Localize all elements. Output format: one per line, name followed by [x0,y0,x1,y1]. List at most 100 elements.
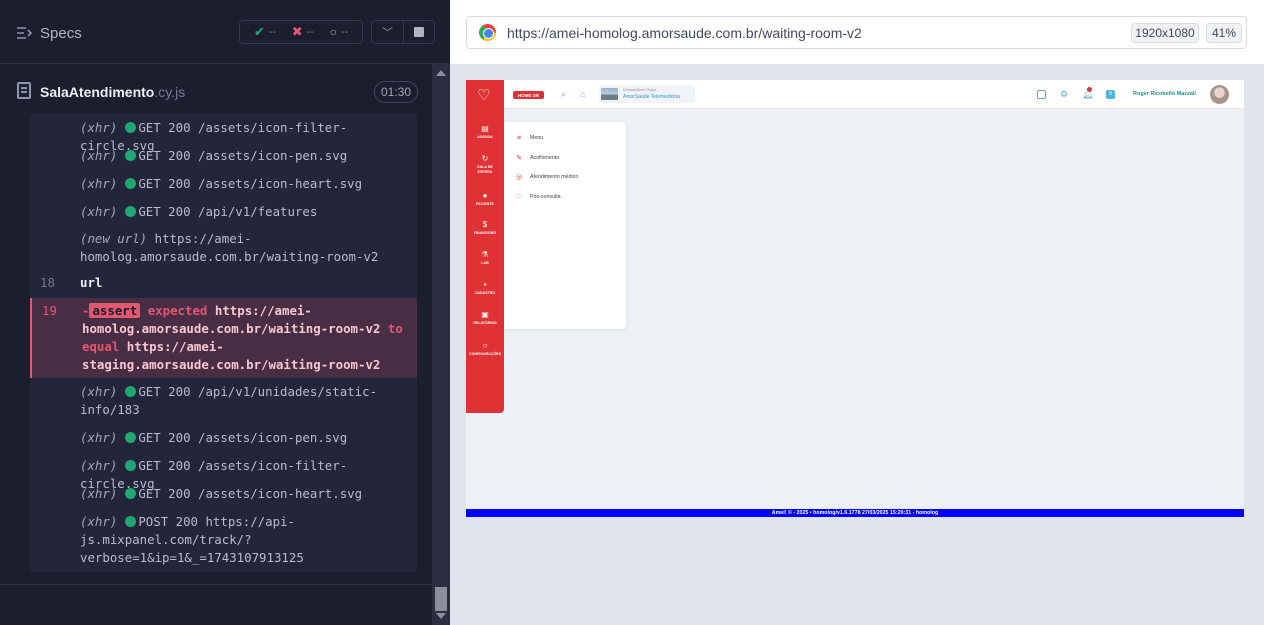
search-icon[interactable]: ⌕ [561,90,566,99]
logo[interactable]: ♡ [466,80,504,109]
command-row-url[interactable]: 18 url [30,274,417,292]
line-number: 19 [42,303,57,318]
command-label: (xhr) [80,120,118,135]
nav-item-relatorios[interactable]: ▣ RELATÓRIOS [466,310,504,326]
command-label: (xhr) [80,514,118,529]
passed-stat: ✔ -- [254,24,276,40]
nav-label: PACIENTE [476,202,494,206]
side-navigation: ♡ ▤ AGENDA ↻ SALA DE ESPERA ● PACIENTE $… [466,80,504,413]
failed-assertion-row[interactable]: 19 - assert expected https://amei- homolo… [30,298,417,378]
specs-list-icon [17,27,32,39]
menu-label: Atendimento médico [530,174,579,180]
unit-label: Unidade/Área Clínica [623,88,657,92]
command-row[interactable]: (xhr) GET 200 /assets/icon-filter-circle.… [30,457,417,491]
command-label: (xhr) [80,148,118,163]
pending-count: -- [340,26,349,38]
command-row[interactable]: (xhr) GET 200 /api/v1/unidades/static-inf… [30,383,417,419]
failed-stat: ✖ -- [292,24,314,40]
aut-header: https://amei-homolog.amorsaude.com.br/wa… [450,0,1264,64]
command-row[interactable]: (xhr) GET 200 /api/v1/features [30,203,417,221]
filter-circle-icon: ◎ [515,174,523,181]
app-topbar: HOME DR ⌕ ⌂ Unidade/Área Clínica AmorSaú… [466,80,1244,109]
command-label: (xhr) [80,176,118,191]
line-number: 18 [40,275,55,290]
scrollbar-thumb[interactable] [435,587,447,611]
chevron-down-icon: ﹀ [381,27,393,39]
success-dot-icon [125,516,137,527]
menu-label: Acolhimento [530,155,560,161]
command-label: (new url) [80,231,148,246]
user-name[interactable]: Roger Ricobello Mazzali [1133,91,1196,97]
test-stats: ✔ -- ✖ -- ○ -- [239,20,363,44]
x-icon: ✖ [291,24,303,39]
menu-item-menu[interactable]: ≡ Menu [514,133,543,143]
menu-item-atendimento-medico[interactable]: ◎ Atendimento médico [514,172,578,182]
menu-label: Pós-consulta [530,194,561,200]
command-message: GET 200 /assets/icon-pen.svg [138,430,348,445]
nav-item-cadastro[interactable]: ▪ CADASTRO [466,280,504,296]
home-button[interactable]: HOME DR [513,91,544,99]
command-row[interactable]: (xhr) GET 200 /assets/icon-filter-circle.… [30,119,417,153]
new-url-part1: https://amei- [154,231,252,246]
spec-name-text: SalaAtendimento [40,84,155,100]
passed-count: -- [268,26,277,38]
command-row[interactable]: (xhr) POST 200 https://api-js.mixpanel.co… [30,513,417,567]
zoom-badge[interactable]: 41% [1206,23,1242,43]
chat-badge[interactable]: 9 [1106,90,1115,99]
assert-actual-part2: homolog.amorsaude.com.br/waiting-room-v2 [82,321,381,336]
avatar[interactable] [1210,85,1229,104]
nav-item-paciente[interactable]: ● PACIENTE [466,191,504,207]
specs-button[interactable]: Specs [16,22,82,44]
chrome-icon [479,24,496,41]
spec-header[interactable]: SalaAtendimento.cy.js 01:30 [0,72,432,112]
nav-item-financeiro[interactable]: $ FINANCEIRO [466,220,504,236]
app-footer: Amei! © - 2025 • homolog/v1.6.1778 27/03… [466,509,1244,517]
nav-item-sala-de-espera[interactable]: ↻ SALA DE ESPERA [466,154,504,174]
command-label: (xhr) [80,384,118,399]
command-row[interactable]: (xhr) GET 200 /assets/icon-heart.svg [30,175,417,193]
command-row[interactable]: (xhr) GET 200 /assets/icon-pen.svg [30,429,417,447]
reporter-header: Specs ✔ -- ✖ -- ○ -- ﹀ [0,0,450,64]
command-label: (xhr) [80,458,118,473]
scroll-up-arrow-icon[interactable] [436,70,446,76]
command-row-new-url[interactable]: (new url) https://amei-homolog.amorsaude… [30,230,417,266]
file-icon [17,82,31,99]
assert-expected-part2: staging.amorsaude.com.br/waiting-room-v2 [82,357,381,372]
nav-item-agenda[interactable]: ▤ AGENDA [466,124,504,140]
command-row[interactable]: (xhr) GET 200 /assets/icon-heart.svg [30,485,417,503]
scroll-down-arrow-icon[interactable] [436,613,446,619]
calendar-small-icon[interactable] [1037,90,1046,99]
viewport-size-badge[interactable]: 1920x1080 [1131,23,1199,43]
collapse-button[interactable]: ﹀ [372,21,403,43]
nav-item-lab[interactable]: ⚗ LAB [466,250,504,266]
command-message-part1: GET 200 /api/v1/unidades/static- [138,384,378,399]
hamburger-icon: ≡ [516,134,522,142]
success-dot-icon [125,178,137,189]
stop-button[interactable] [402,21,434,43]
gear-icon[interactable]: ⚙ [1060,90,1068,99]
success-dot-icon [125,150,137,161]
spec-duration: 01:30 [374,81,418,103]
calendar-icon: ▤ [481,124,489,133]
command-message-part2: info/183 [80,402,140,417]
nav-label: RELATÓRIOS [473,321,497,325]
command-row[interactable]: (xhr) GET 200 /assets/icon-pen.svg [30,147,417,165]
success-dot-icon [125,122,137,133]
menu-label: Menu [530,135,544,141]
menu-item-pos-consulta[interactable]: ♡ Pós-consulta [514,192,561,202]
assert-expected-part1: https://amei- [126,339,224,354]
assert-equal-word: equal [82,339,120,354]
menu-panel: ≡ Menu ✎ Acolhimento ◎ Atendimento médic… [504,122,626,329]
assert-to-word: to [387,321,403,336]
nav-item-configuracoes[interactable]: ○ CONFIGURAÇÕES [466,341,504,357]
home-icon[interactable]: ⌂ [580,90,585,99]
spec-ext-text: .cy.js [154,84,186,100]
reporter-divider [0,584,432,585]
aut-url[interactable]: https://amei-homolog.amorsaude.com.br/wa… [507,25,862,41]
log-scrollbar[interactable] [432,64,450,625]
failed-count: -- [306,26,314,38]
unit-selector[interactable]: Unidade/Área Clínica AmorSaúde Telemedic… [599,85,695,103]
menu-item-acolhimento[interactable]: ✎ Acolhimento [514,153,559,163]
url-bar[interactable]: https://amei-homolog.amorsaude.com.br/wa… [466,16,1247,49]
nav-label: SALA DE ESPERA [477,165,493,174]
